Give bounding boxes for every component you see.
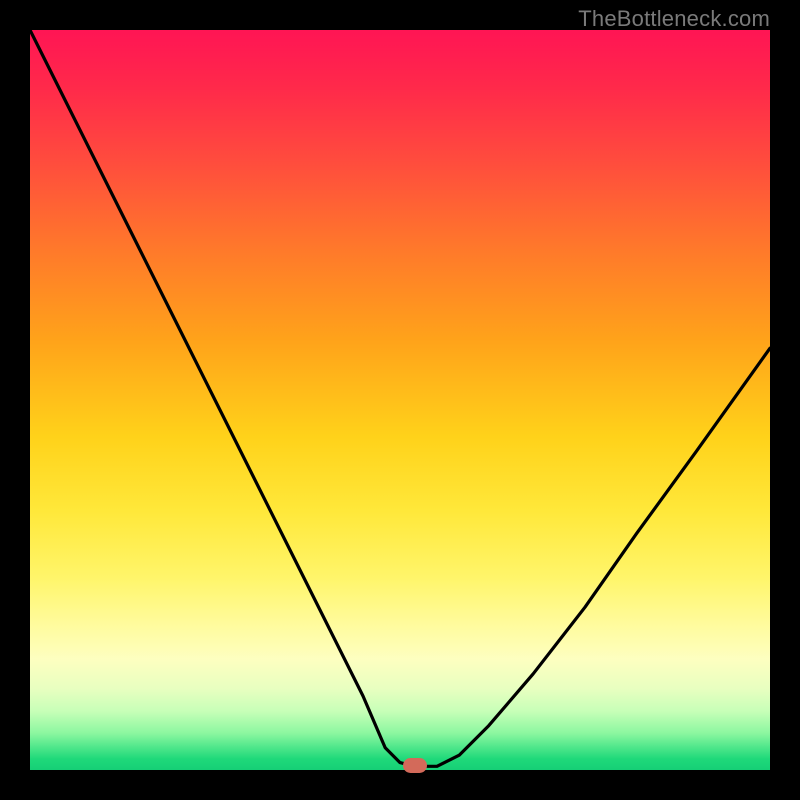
chart-frame: TheBottleneck.com [0,0,800,800]
optimal-marker [403,758,427,773]
bottleneck-curve [30,30,770,770]
curve-path [30,30,770,766]
watermark-text: TheBottleneck.com [578,6,770,32]
plot-area [30,30,770,770]
